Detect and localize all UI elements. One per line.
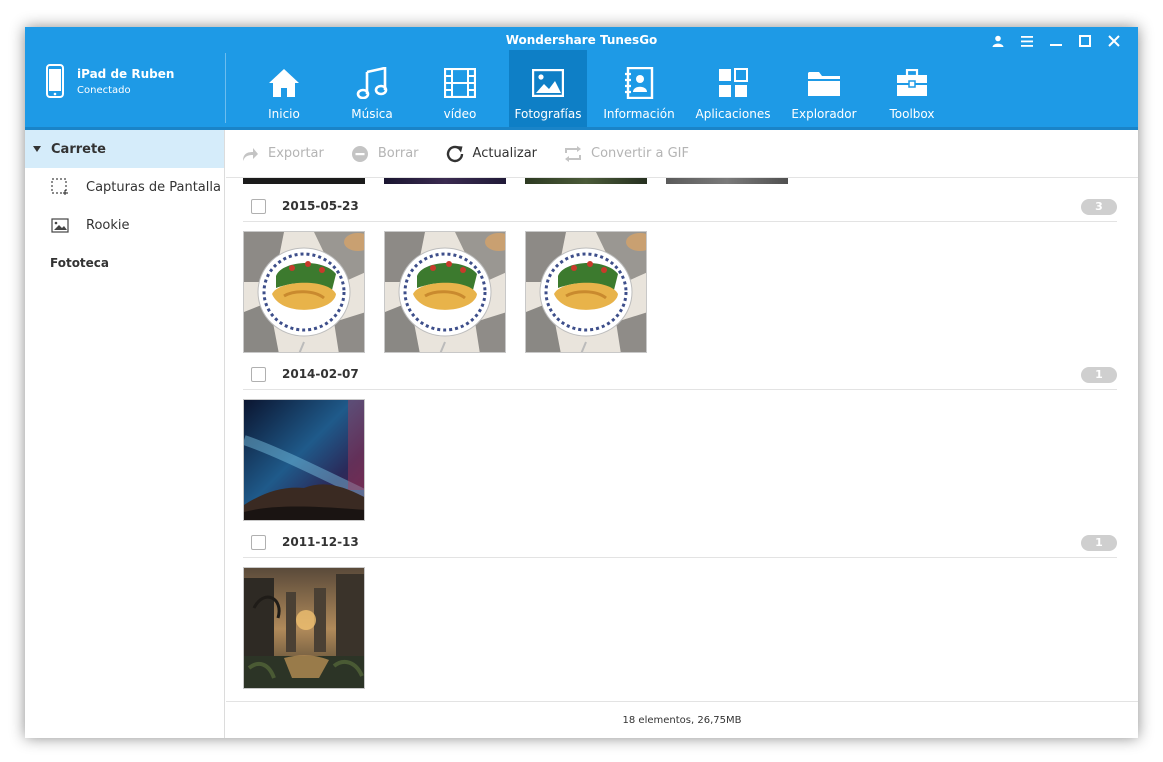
contacts-icon	[622, 66, 656, 100]
nav-label: Aplicaciones	[695, 107, 771, 121]
header-divider	[225, 53, 226, 123]
sidebar-item-label: Capturas de Pantalla	[86, 179, 221, 195]
sidebar-item-capturas[interactable]: Capturas de Pantalla	[25, 168, 224, 206]
select-group-checkbox[interactable]	[251, 367, 266, 382]
nav-label: vídeo	[443, 107, 477, 121]
window-controls	[983, 31, 1128, 51]
photo-thumb[interactable]	[243, 399, 365, 521]
app-title: Wondershare TunesGo	[505, 33, 658, 47]
device-status: Conectado	[77, 84, 131, 96]
nav-toolbox[interactable]: Toolbox	[873, 50, 951, 127]
sidebar-group-fototeca[interactable]: Fototeca	[25, 244, 224, 282]
music-icon	[355, 66, 389, 100]
group-header: 2015-05-23 3	[243, 192, 1117, 222]
refresh-label: Actualizar	[472, 146, 538, 161]
export-button[interactable]: Exportar	[240, 144, 324, 164]
film-icon	[443, 66, 477, 100]
maximize-icon[interactable]	[1070, 31, 1099, 51]
group-header: 2014-02-07 1	[243, 360, 1117, 390]
apps-icon	[716, 66, 750, 100]
refresh-icon	[445, 144, 465, 164]
tablet-icon	[45, 64, 65, 98]
nav-fotografias[interactable]: Fotografías	[509, 50, 587, 127]
sidebar-group-label: Fototeca	[50, 256, 110, 270]
nav-video[interactable]: vídeo	[421, 50, 499, 127]
group-header: 2011-12-13 1	[243, 528, 1117, 558]
toolbar: Exportar Borrar Actualizar Convertir a G…	[226, 130, 1138, 178]
sidebar: Carrete Capturas de Pantalla Rookie Foto…	[25, 130, 225, 738]
nav-informacion[interactable]: Información	[597, 50, 681, 127]
status-bar: 18 elementos, 26,75MB	[226, 701, 1138, 738]
group-count-badge: 1	[1081, 367, 1117, 383]
photo-thumb[interactable]	[384, 178, 506, 184]
minimize-icon[interactable]	[1041, 31, 1070, 51]
group-thumbs	[243, 399, 365, 521]
photo-icon	[531, 66, 565, 100]
photo-thumb[interactable]	[525, 178, 647, 184]
delete-label: Borrar	[377, 146, 419, 161]
delete-button[interactable]: Borrar	[350, 144, 419, 164]
device-info[interactable]: iPad de Ruben Conectado	[45, 61, 174, 101]
photo-thumb[interactable]	[243, 178, 365, 184]
items-summary: 18 elementos, 26,75MB	[622, 715, 742, 726]
app-window: Wondershare TunesGo iPad de Ruben Conect…	[25, 27, 1138, 738]
photo-thumb[interactable]	[384, 231, 506, 353]
folder-icon	[807, 66, 841, 100]
group-date: 2011-12-13	[282, 535, 359, 549]
photo-thumb[interactable]	[525, 231, 647, 353]
nav-label: Explorador	[791, 107, 857, 121]
nav-label: Inicio	[268, 107, 300, 121]
photo-thumb[interactable]	[243, 567, 365, 689]
photo-thumb[interactable]	[243, 231, 365, 353]
nav-label: Toolbox	[889, 107, 935, 121]
select-group-checkbox[interactable]	[251, 199, 266, 214]
group-count-badge: 3	[1081, 199, 1117, 215]
convert-gif-button[interactable]: Convertir a GIF	[563, 144, 689, 164]
device-name: iPad de Ruben	[77, 66, 175, 81]
close-icon[interactable]	[1099, 31, 1128, 51]
menu-icon[interactable]	[1012, 31, 1041, 51]
export-label: Exportar	[268, 146, 324, 161]
nav-explorador[interactable]: Explorador	[785, 50, 863, 127]
refresh-button[interactable]: Actualizar	[445, 144, 537, 164]
toolbox-icon	[895, 66, 929, 100]
sidebar-item-carrete[interactable]: Carrete	[25, 130, 224, 168]
main-nav: Inicio Música vídeo Fotografías Informac…	[245, 50, 961, 127]
sidebar-item-label: Carrete	[51, 141, 106, 157]
home-icon	[267, 66, 301, 100]
select-group-checkbox[interactable]	[251, 535, 266, 550]
nav-label: Fotografías	[514, 107, 582, 121]
group-count-badge: 1	[1081, 535, 1117, 551]
caret-down-icon[interactable]	[33, 146, 41, 152]
group-date: 2015-05-23	[282, 199, 359, 213]
nav-inicio[interactable]: Inicio	[245, 50, 323, 127]
group-thumbs	[243, 231, 647, 353]
convert-gif-label: Convertir a GIF	[591, 146, 689, 161]
nav-label: Música	[351, 107, 393, 121]
repeat-icon	[563, 144, 583, 164]
group-thumbs	[243, 567, 365, 689]
export-icon	[240, 144, 260, 164]
nav-label: Información	[603, 107, 675, 121]
sidebar-item-label: Rookie	[86, 217, 130, 233]
photo-grid: 2015-05-23 3 2014-02-07 1 2011-12-13 1	[226, 178, 1138, 701]
content-scrollbar[interactable]	[1131, 178, 1138, 701]
sidebar-item-rookie[interactable]: Rookie	[25, 206, 224, 244]
image-icon	[50, 216, 70, 234]
nav-aplicaciones[interactable]: Aplicaciones	[691, 50, 775, 127]
header-bar: Wondershare TunesGo iPad de Ruben Conect…	[25, 27, 1138, 130]
nav-musica[interactable]: Música	[333, 50, 411, 127]
user-icon[interactable]	[983, 31, 1012, 51]
photo-thumb[interactable]	[666, 178, 788, 184]
minus-circle-icon	[350, 144, 370, 164]
screenshot-icon	[50, 178, 70, 196]
group-date: 2014-02-07	[282, 367, 359, 381]
